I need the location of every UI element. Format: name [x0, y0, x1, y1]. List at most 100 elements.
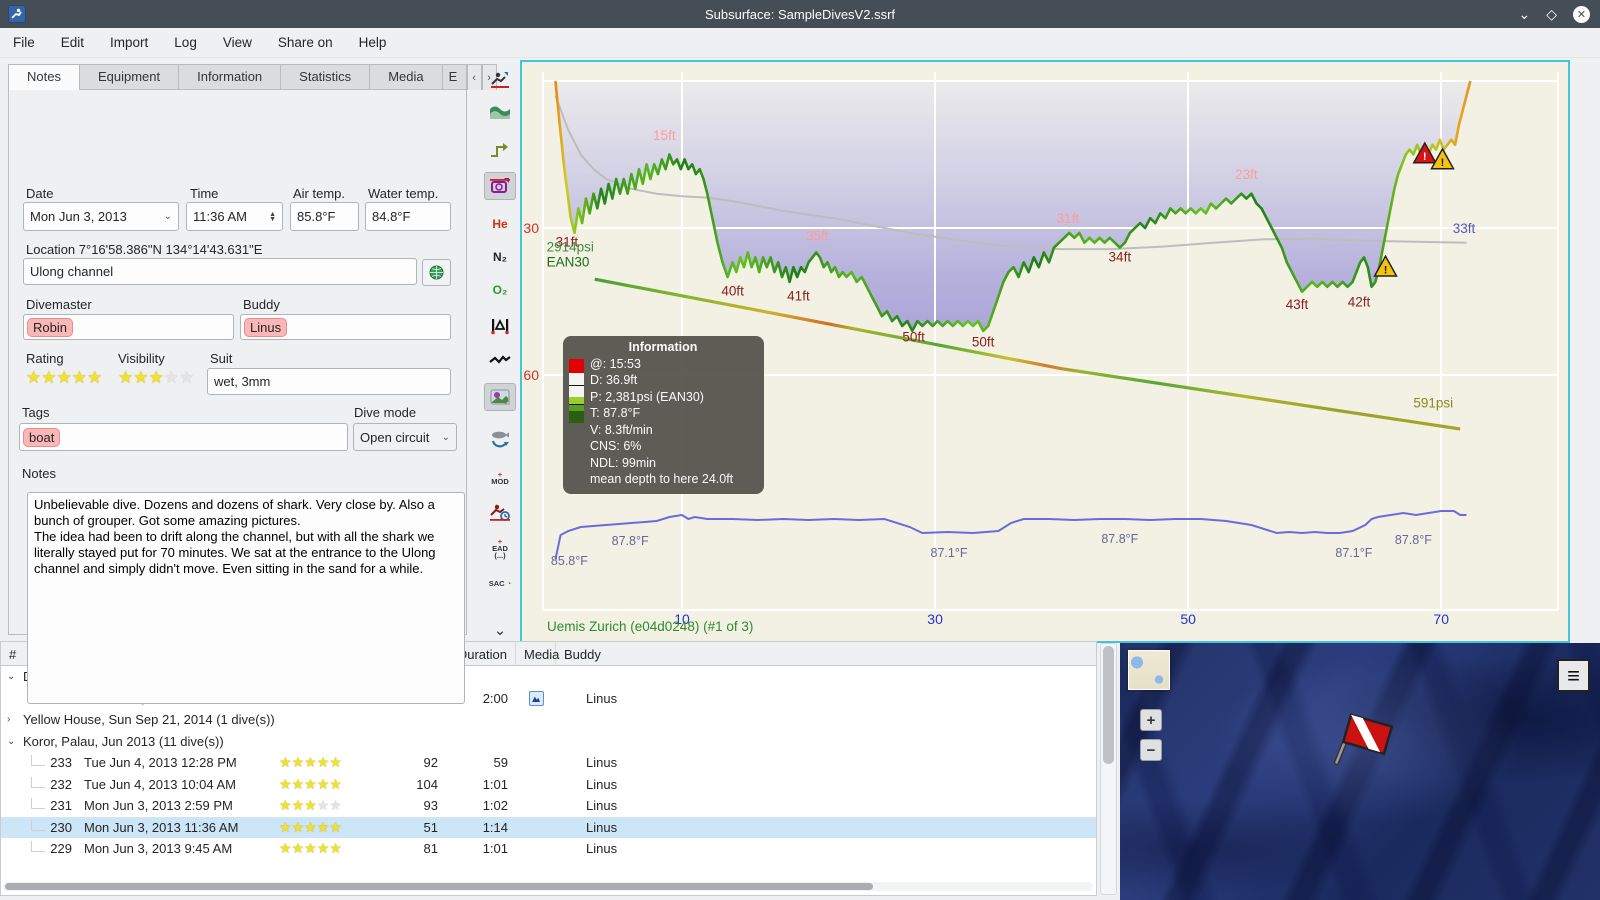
- chevron-expanded-icon[interactable]: ⌄: [7, 736, 17, 747]
- tab-equipment[interactable]: Equipment: [79, 64, 180, 90]
- oxygen-graph-icon[interactable]: O₂: [484, 276, 516, 304]
- divemaster-tag[interactable]: Robin: [27, 317, 73, 337]
- mod-icon[interactable]: + MOD: [484, 464, 516, 492]
- dive-profile-chart[interactable]: 30 60 10 30 50 70 31ft 15ft 40ft 41ft 35ft 50ft 50ft…: [520, 60, 1570, 643]
- tab-media[interactable]: Media: [370, 64, 443, 90]
- map-overview-thumbnail[interactable]: [1128, 650, 1170, 690]
- menu-view[interactable]: View: [210, 31, 265, 54]
- maximize-button[interactable]: ◇: [1546, 7, 1557, 21]
- tab-scroll-left-button[interactable]: ‹: [466, 64, 482, 90]
- notes-textarea[interactable]: Unbelievable dive. Dozens and dozens of …: [27, 492, 465, 704]
- column-header-media[interactable]: Media: [516, 642, 559, 666]
- dive-list-vertical-scrollbar[interactable]: [1100, 643, 1117, 895]
- location-field[interactable]: Ulong channel: [23, 258, 417, 285]
- rating-stars[interactable]: ★ ★ ★ ★ ★: [26, 368, 102, 388]
- dive-rating-cell: ★★★★★: [271, 840, 361, 857]
- airtemp-field[interactable]: 85.8°F: [290, 202, 359, 231]
- menu-share-on[interactable]: Share on: [265, 31, 346, 54]
- dive-row[interactable]: 229 Mon Jun 3, 2013 9:45 AM ★ ★ ★ ★ ★ 81 1:01 Lin…: [1, 838, 1096, 860]
- dive-trip-row[interactable]: ⌄ Koror, Palau, Jun 2013 (11 dive(s)): [1, 731, 1096, 753]
- menu-log[interactable]: Log: [161, 31, 210, 54]
- diver-ceiling-icon[interactable]: [484, 66, 516, 94]
- photos-icon[interactable]: [484, 383, 516, 411]
- column-header-buddy[interactable]: Buddy: [556, 642, 1096, 666]
- temperature-label: 87.8°F: [1101, 532, 1138, 546]
- visibility-stars[interactable]: ★ ★ ★ ★ ★: [118, 368, 194, 388]
- buddy-tag[interactable]: Linus: [244, 317, 288, 337]
- tab-statistics[interactable]: Statistics: [281, 64, 371, 90]
- map-zoom-in-button[interactable]: +: [1140, 709, 1162, 731]
- time-field[interactable]: 11:36 AM ▲ ▼: [186, 202, 283, 231]
- visibility-label: Visibility: [118, 351, 165, 366]
- tag-boat[interactable]: boat: [23, 427, 61, 447]
- dive-row[interactable]: 233 Tue Jun 4, 2013 12:28 PM ★ ★ ★ ★ ★ 92 59 Linu…: [1, 752, 1096, 774]
- menu-file[interactable]: File: [0, 31, 48, 54]
- dive-depth-cell: 104: [416, 776, 438, 792]
- tab-information[interactable]: Information: [179, 64, 282, 90]
- menu-help[interactable]: Help: [346, 31, 400, 54]
- sac-icon[interactable]: SAC ◔: [484, 569, 516, 597]
- ead-icon[interactable]: + EAD (...): [484, 534, 516, 562]
- nitrogen-graph-icon[interactable]: N₂: [484, 243, 516, 271]
- tree-branch-line: [31, 841, 45, 853]
- diver-time-icon[interactable]: [484, 498, 516, 526]
- tissues-icon[interactable]: [484, 423, 516, 451]
- menu-edit[interactable]: Edit: [48, 31, 97, 54]
- dive-list-horizontal-scrollbar[interactable]: [3, 882, 1093, 891]
- chevron-collapsed-icon[interactable]: ›: [7, 714, 17, 725]
- dive-date-cell: Mon Jun 3, 2013 11:36 AM: [84, 819, 239, 835]
- chevron-expanded-icon[interactable]: ⌄: [7, 671, 17, 682]
- yellow-warning-icon[interactable]: !: [1430, 147, 1455, 170]
- buddy-field[interactable]: Linus: [240, 314, 451, 340]
- gas-graph-icon[interactable]: [484, 136, 516, 164]
- dive-row[interactable]: 232 Tue Jun 4, 2013 10:04 AM ★ ★ ★ ★ ★ 104 1:01 L…: [1, 774, 1096, 796]
- dive-trip-row[interactable]: › Yellow House, Sun Sep 21, 2014 (1 dive(…: [1, 709, 1096, 731]
- window-title: Subsurface: SampleDivesV2.ssrf: [704, 6, 896, 22]
- dive-buddy-cell: Linus: [586, 841, 618, 857]
- toolbar-collapse-button[interactable]: ⌄: [484, 616, 516, 644]
- scrollbar-thumb[interactable]: [1103, 646, 1114, 764]
- date-field[interactable]: Mon Jun 3, 2013 ⌄: [23, 202, 179, 231]
- star-filled-icon: ★: [291, 818, 305, 835]
- info-box-row: NDL: 99min: [590, 455, 656, 470]
- heartrate-icon[interactable]: [484, 346, 516, 374]
- time-axis-tick: 50: [1180, 611, 1196, 627]
- menu-import[interactable]: Import: [97, 31, 161, 54]
- divemaster-field[interactable]: Robin: [23, 314, 234, 340]
- tags-field[interactable]: boat: [19, 423, 348, 451]
- scrollbar-thumb[interactable]: [5, 883, 873, 890]
- depth-axis-tick: 60: [523, 367, 539, 383]
- dive-rating-stars: ★★★★★: [279, 840, 353, 857]
- star-filled-icon: ★: [304, 775, 317, 792]
- dive-flag-marker[interactable]: [1325, 705, 1405, 785]
- dive-site-map[interactable]: + − ≡: [1120, 643, 1600, 900]
- watertemp-field[interactable]: 84.8°F: [365, 202, 451, 231]
- dive-row[interactable]: 231 Mon Jun 3, 2013 2:59 PM ★ ★ ★ ★ ★ 93 1:02 Lin…: [1, 795, 1096, 817]
- trip-label: Yellow House, Sun Sep 21, 2014 (1 dive(s…: [23, 712, 275, 728]
- buddy-label: Buddy: [243, 297, 280, 312]
- dive-rating-cell: ★★★★★: [271, 776, 361, 793]
- time-spinner[interactable]: ▲ ▼: [269, 211, 276, 223]
- dive-media-cell: [516, 690, 556, 707]
- ruler-icon[interactable]: [484, 311, 516, 339]
- star-filled-icon: ★: [41, 368, 57, 387]
- globe-button[interactable]: [422, 259, 451, 286]
- dive-row[interactable]: 230 Mon Jun 3, 2013 11:36 AM ★ ★ ★ ★ ★ 51 1:14 Li…: [1, 816, 1096, 838]
- star-filled-icon: ★: [71, 368, 87, 387]
- close-button[interactable]: ✕: [1573, 5, 1590, 23]
- tab-extra-info[interactable]: E: [442, 64, 467, 90]
- dive-computer-ceiling-icon[interactable]: [484, 172, 516, 200]
- dive-duration-cell: 59: [493, 755, 508, 771]
- media-photo-icon[interactable]: [528, 691, 544, 707]
- divemode-select[interactable]: Open circuit ⌄: [353, 423, 457, 451]
- suit-field[interactable]: wet, 3mm: [207, 368, 451, 395]
- minimize-button[interactable]: ⌄: [1518, 7, 1530, 21]
- helium-graph-icon[interactable]: He: [484, 210, 516, 238]
- tab-notes[interactable]: Notes: [8, 64, 80, 90]
- temperature-label: 87.1°F: [931, 546, 968, 560]
- map-menu-button[interactable]: ≡: [1557, 659, 1590, 692]
- map-zoom-out-button[interactable]: −: [1140, 739, 1162, 761]
- trip-label: Koror, Palau, Jun 2013 (11 dive(s)): [23, 733, 224, 749]
- dive-date-cell: Tue Jun 4, 2013 10:04 AM: [84, 776, 237, 792]
- waves-icon[interactable]: [484, 98, 516, 126]
